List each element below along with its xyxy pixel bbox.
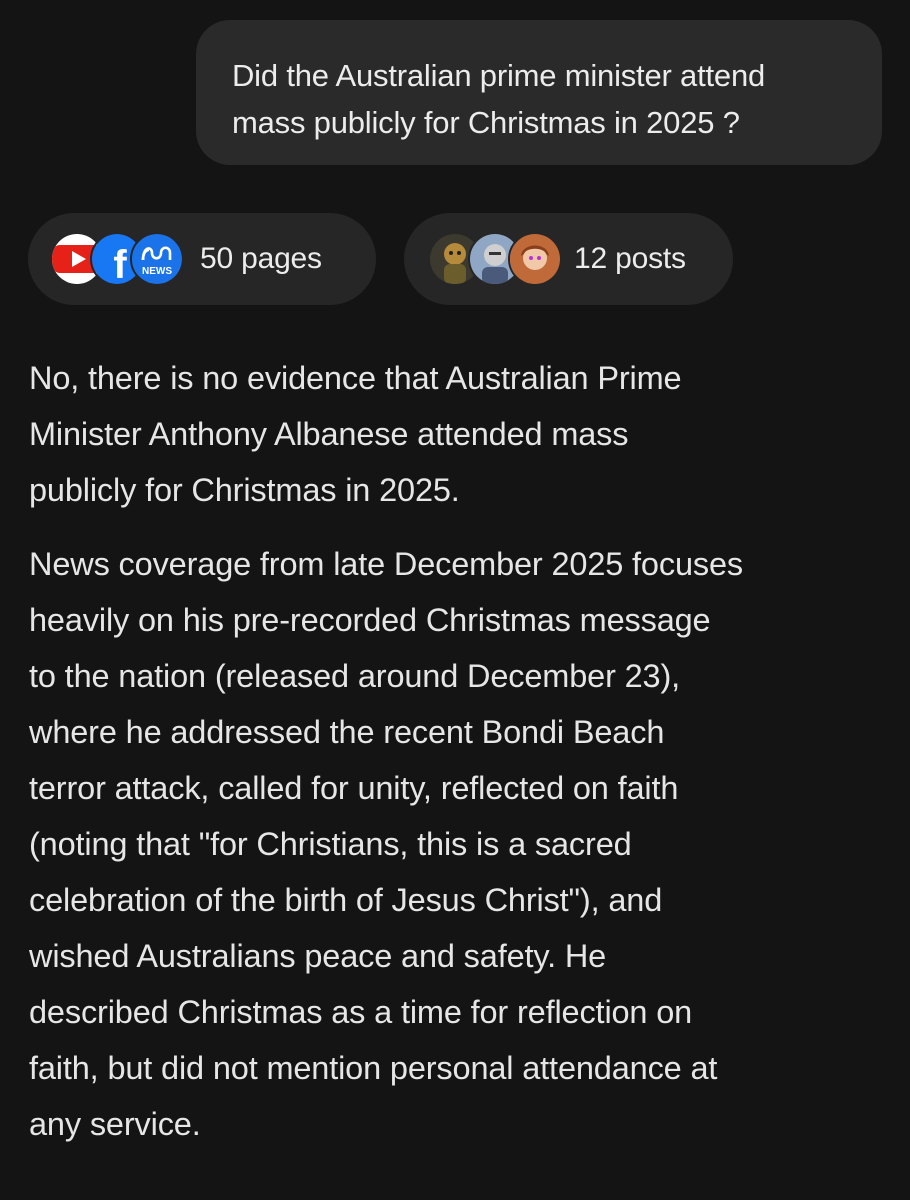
posts-count-label: 12 posts	[574, 242, 686, 275]
answer-line: where he addressed the recent Bondi Beac…	[29, 714, 665, 750]
answer-line: Minister Anthony Albanese attended mass	[29, 416, 629, 452]
sources-posts-button[interactable]: 12 posts	[404, 213, 733, 305]
answer-line: described Christmas as a time for reflec…	[29, 994, 693, 1030]
answer-line: (noting that "for Christians, this is a …	[29, 826, 632, 862]
answer-line: to the nation (released around December …	[29, 658, 681, 694]
answer-line: News coverage from late December 2025 fo…	[29, 546, 744, 582]
sources-pages-button[interactable]: f NEWS 50 pages	[28, 213, 376, 305]
answer-paragraph-1: No, there is no evidence that Australian…	[29, 350, 899, 518]
answer-line: terror attack, called for unity, reflect…	[29, 770, 679, 806]
user-message-line: mass publicly for Christmas in 2025 ?	[232, 105, 740, 140]
avatar-3	[508, 232, 562, 286]
answer-line: faith, but did not mention personal atte…	[29, 1050, 718, 1086]
answer-line: wished Australians peace and safety. He	[29, 938, 607, 974]
ai-answer: No, there is no evidence that Australian…	[29, 350, 899, 1152]
post-avatars	[428, 232, 562, 286]
answer-paragraph-2: News coverage from late December 2025 fo…	[29, 536, 899, 1152]
facebook-icon-letter: f	[113, 243, 127, 284]
answer-line: publicly for Christmas in 2025.	[29, 472, 460, 508]
user-message-line: Did the Australian prime minister attend	[232, 58, 766, 93]
user-message-bubble: Did the Australian prime minister attend…	[196, 20, 882, 165]
answer-line: any service.	[29, 1106, 201, 1142]
answer-line: heavily on his pre-recorded Christmas me…	[29, 602, 711, 638]
source-favicons: f NEWS	[50, 232, 188, 286]
abc-news-icon: NEWS	[130, 232, 184, 286]
answer-line: celebration of the birth of Jesus Christ…	[29, 882, 663, 918]
pages-count-label: 50 pages	[200, 242, 322, 275]
answer-line: No, there is no evidence that Australian…	[29, 360, 682, 396]
abc-news-icon-label: NEWS	[142, 266, 172, 277]
